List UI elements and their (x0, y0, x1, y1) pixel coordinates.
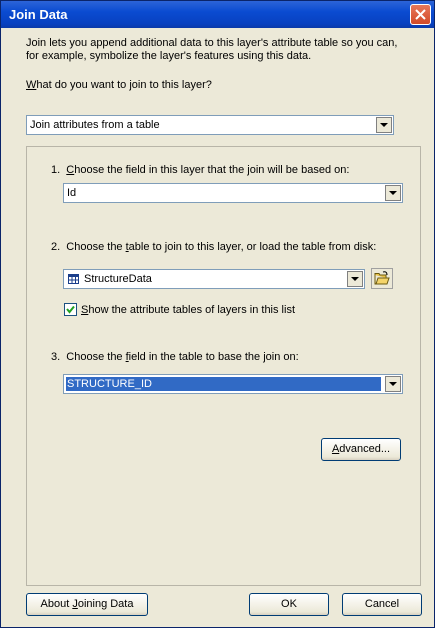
chevron-down-icon (380, 123, 388, 127)
chevron-down-icon (389, 191, 397, 195)
join-field-dropdown[interactable]: Id (63, 183, 403, 203)
title-bar[interactable]: Join Data (1, 1, 434, 28)
intro-line-1: Join lets you append additional data to … (26, 37, 398, 49)
window-title: Join Data (9, 7, 68, 22)
cancel-button[interactable]: Cancel (342, 593, 422, 616)
join-table-dropdown-arrow[interactable] (347, 271, 363, 287)
intro-line-2: for example, symbolize the layer's featu… (26, 50, 312, 62)
step1-prefix: 1. (51, 164, 67, 176)
step2-prefix: 2. Choose the (51, 241, 126, 253)
join-field-dropdown-arrow[interactable] (385, 185, 401, 201)
ok-button[interactable]: OK (249, 593, 329, 616)
join-table-field-dropdown-arrow[interactable] (385, 376, 401, 392)
show-attribute-tables-checkbox[interactable] (64, 303, 77, 316)
join-type-label-text: hat do you want to join to this layer? (36, 79, 212, 91)
step1-label: 1. Choose the field in this layer that t… (51, 164, 349, 176)
join-table-value: StructureData (84, 273, 152, 285)
join-type-value: Join attributes from a table (30, 119, 160, 131)
step1-text: hoose the field in this layer that the j… (74, 164, 350, 176)
chevron-down-icon (351, 277, 359, 281)
show-attribute-tables-label[interactable]: Show the attribute tables of layers in t… (81, 304, 295, 316)
browse-table-button[interactable] (371, 268, 393, 289)
chevron-down-icon (389, 382, 397, 386)
intro-text: Join lets you append additional data to … (26, 37, 426, 63)
open-folder-icon (374, 271, 390, 285)
about-joining-data-button[interactable]: About Joining Data (26, 593, 148, 616)
join-table-field-value: STRUCTURE_ID (66, 377, 381, 391)
about-prefix: About (40, 598, 73, 610)
join-type-dropdown-arrow[interactable] (376, 117, 392, 133)
step2-text: able to join to this layer, or load the … (128, 241, 377, 253)
join-type-label: What do you want to join to this layer? (26, 79, 212, 91)
step3-prefix: 3. Choose the (51, 351, 126, 363)
join-table-field-dropdown[interactable]: STRUCTURE_ID (63, 374, 403, 394)
checkbox-text: how the attribute tables of layers in th… (88, 304, 296, 316)
about-text: oining Data (77, 598, 134, 610)
close-icon (415, 9, 426, 20)
join-type-label-accel: W (26, 79, 37, 91)
step2-label: 2. Choose the table to join to this laye… (51, 241, 376, 253)
table-icon (68, 274, 79, 284)
advanced-button[interactable]: Advanced... (321, 438, 401, 461)
join-options-group (26, 146, 421, 586)
join-table-dropdown[interactable]: StructureData (63, 269, 365, 289)
step3-label: 3. Choose the field in the table to base… (51, 351, 299, 363)
join-type-dropdown[interactable]: Join attributes from a table (26, 115, 394, 135)
advanced-text: dvanced... (339, 443, 391, 455)
step3-text: ield in the table to base the join on: (128, 351, 299, 363)
close-button[interactable] (410, 4, 431, 25)
join-data-dialog: Join Data Join lets you append additiona… (0, 0, 435, 628)
checkmark-icon (66, 305, 75, 314)
join-field-value: Id (67, 187, 77, 199)
